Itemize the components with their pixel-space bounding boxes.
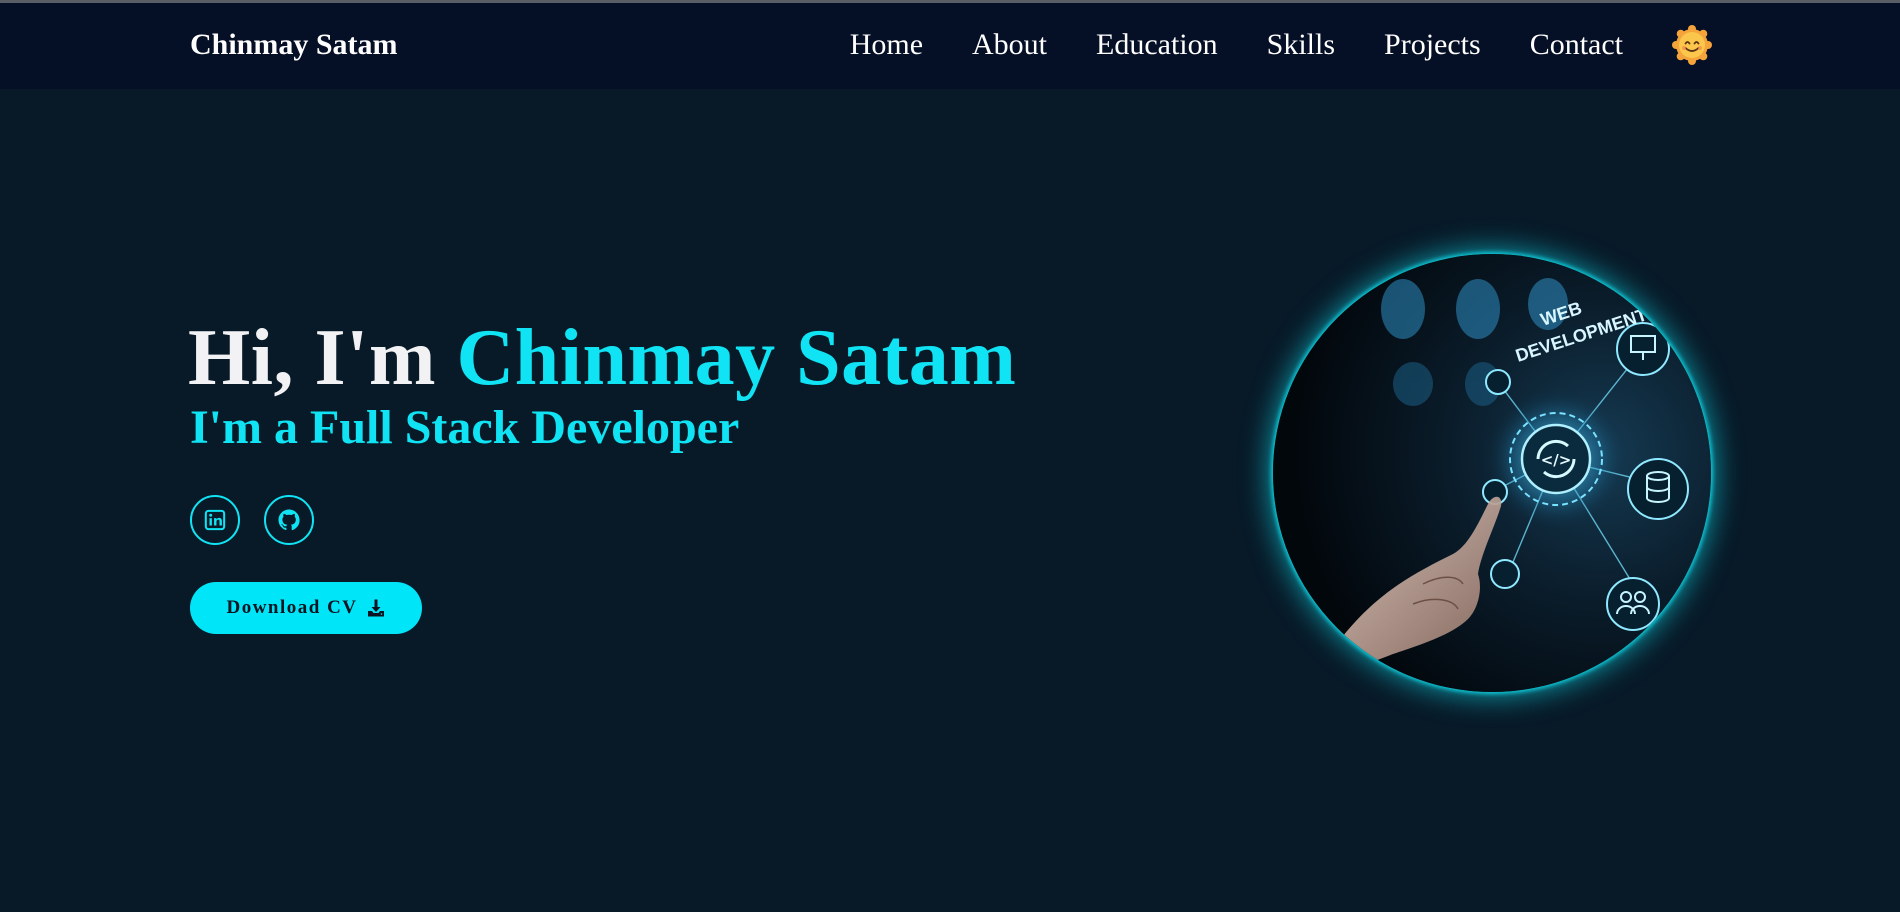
nav-link-projects[interactable]: Projects (1384, 28, 1481, 62)
github-button[interactable] (264, 495, 314, 545)
hero-image: </> WEB DEVELOPMENT (1273, 254, 1711, 692)
navbar: Chinmay Satam Home About Education Skill… (0, 3, 1900, 89)
hero-greeting: Hi, I'm (188, 314, 457, 402)
code-symbol: </> (1541, 451, 1572, 469)
nav-link-contact[interactable]: Contact (1530, 28, 1623, 62)
nav-link-about[interactable]: About (972, 28, 1047, 62)
download-icon (366, 598, 386, 618)
theme-toggle-button[interactable] (1672, 25, 1712, 65)
hero-section: Hi, I'm Chinmay Satam I'm a Full Stack D… (0, 89, 1900, 912)
linkedin-icon (204, 509, 226, 531)
hero-name: Chinmay Satam (456, 314, 1017, 402)
github-icon (278, 509, 300, 531)
hero-subtitle: I'm a Full Stack Developer (190, 401, 740, 454)
nav-link-home[interactable]: Home (850, 28, 923, 62)
download-cv-button[interactable]: Download CV (190, 582, 422, 634)
download-cv-label: Download CV (226, 597, 358, 618)
hero-title: Hi, I'm Chinmay Satam (188, 313, 1016, 404)
nav-link-skills[interactable]: Skills (1267, 28, 1335, 62)
smiling-sun-icon (1672, 25, 1712, 65)
nav-links: Home About Education Skills Projects Con… (850, 25, 1712, 65)
brand-logo[interactable]: Chinmay Satam (190, 28, 398, 62)
linkedin-button[interactable] (190, 495, 240, 545)
nav-link-education[interactable]: Education (1096, 28, 1218, 62)
